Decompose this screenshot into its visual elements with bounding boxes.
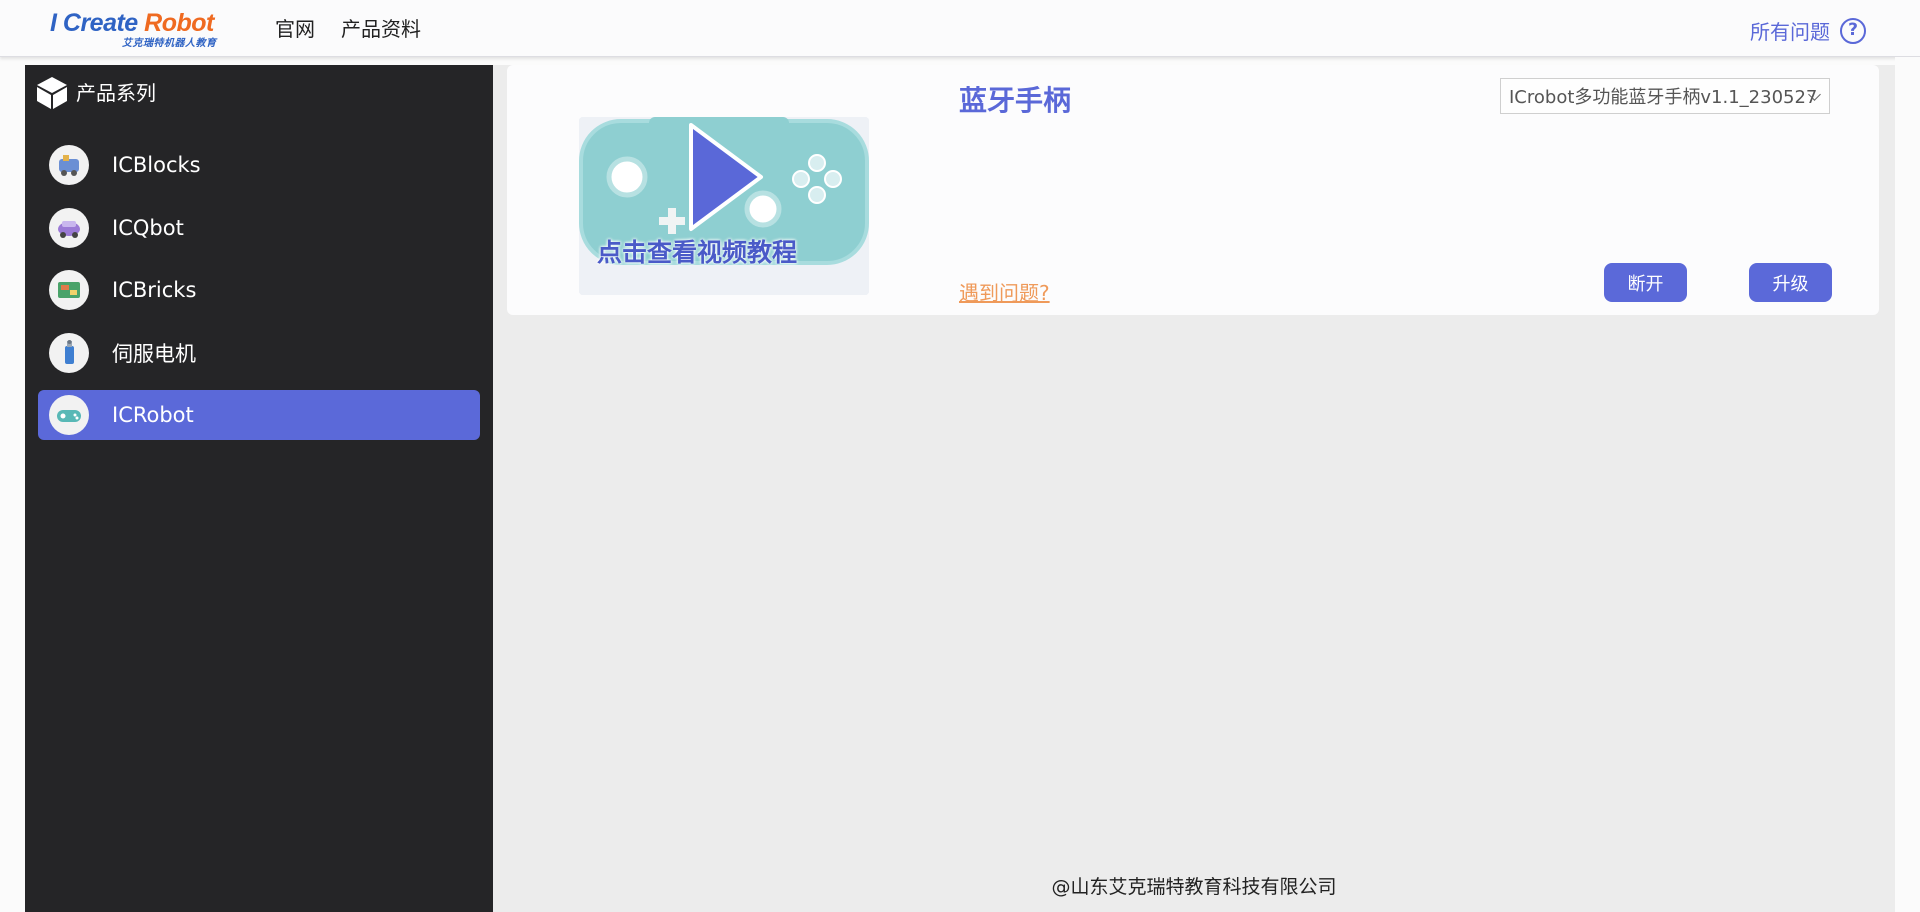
all-questions-label: 所有问题 — [1750, 20, 1830, 44]
product-sidebar: 产品系列 ICBlocks ICQbot ICBricks 伺服电机 ICRob… — [25, 65, 493, 912]
video-tutorial-thumbnail[interactable]: 点击查看视频教程 — [579, 117, 869, 295]
icreate-robot-logo[interactable]: I Create Robot 艾克瑞特机器人教育 — [50, 9, 217, 49]
sidebar-item-label: ICRobot — [112, 403, 194, 427]
logo-text-blue: I Create — [50, 9, 145, 37]
sidebar-item-label: ICBricks — [112, 278, 197, 302]
sidebar-title: 产品系列 — [76, 81, 156, 105]
top-nav: 官网 产品资料 — [275, 16, 421, 42]
help-icon: ? — [1840, 17, 1866, 44]
product-list: ICBlocks ICQbot ICBricks 伺服电机 ICRobot — [38, 140, 480, 453]
sidebar-item-icqbot[interactable]: ICQbot — [38, 203, 480, 253]
sidebar-item-servo-motor[interactable]: 伺服电机 — [38, 328, 480, 378]
video-caption: 点击查看视频教程 — [597, 238, 798, 267]
icbricks-icon — [49, 270, 89, 310]
icblocks-icon — [49, 145, 89, 185]
logo-text: I Create Robot — [50, 9, 215, 37]
sidebar-item-icblocks[interactable]: ICBlocks — [38, 140, 480, 190]
logo-text-orange: Robot — [144, 9, 214, 37]
firmware-version-select[interactable]: ICrobot多功能蓝牙手柄v1.1_230527 — [1500, 78, 1830, 114]
product-card: 点击查看视频教程 蓝牙手柄 遇到问题? ICrobot多功能蓝牙手柄v1.1_2… — [507, 65, 1879, 315]
sidebar-header: 产品系列 — [34, 75, 156, 111]
sidebar-item-label: ICQbot — [112, 215, 184, 240]
sidebar-item-icbricks[interactable]: ICBricks — [38, 265, 480, 315]
footer-copyright: @山东艾克瑞特教育科技有限公司 — [1051, 876, 1337, 898]
cube-icon — [37, 77, 67, 109]
all-questions-link[interactable]: 所有问题 ? — [1750, 16, 1866, 45]
nav-official-site[interactable]: 官网 — [275, 16, 315, 42]
sidebar-item-label: 伺服电机 — [112, 341, 196, 366]
problem-help-link[interactable]: 遇到问题? — [959, 277, 1050, 306]
nav-product-docs[interactable]: 产品资料 — [341, 16, 421, 42]
sidebar-item-icrobot[interactable]: ICRobot — [38, 390, 480, 440]
servo-motor-icon — [49, 332, 89, 373]
product-title: 蓝牙手柄 — [959, 84, 1072, 117]
firmware-selected-value: ICrobot多功能蓝牙手柄v1.1_230527 — [1509, 87, 1818, 108]
logo-subtitle: 艾克瑞特机器人教育 — [122, 38, 217, 49]
top-header: I Create Robot 艾克瑞特机器人教育 官网 产品资料 所有问题 ? — [0, 0, 1920, 57]
upgrade-button[interactable]: 升级 — [1749, 263, 1832, 302]
icqbot-icon — [49, 207, 89, 248]
icrobot-icon — [49, 395, 89, 435]
main-content: 点击查看视频教程 蓝牙手柄 遇到问题? ICrobot多功能蓝牙手柄v1.1_2… — [493, 65, 1895, 912]
sidebar-item-label: ICBlocks — [112, 153, 201, 177]
disconnect-button[interactable]: 断开 — [1604, 263, 1687, 302]
page-right-margin — [1895, 57, 1920, 912]
